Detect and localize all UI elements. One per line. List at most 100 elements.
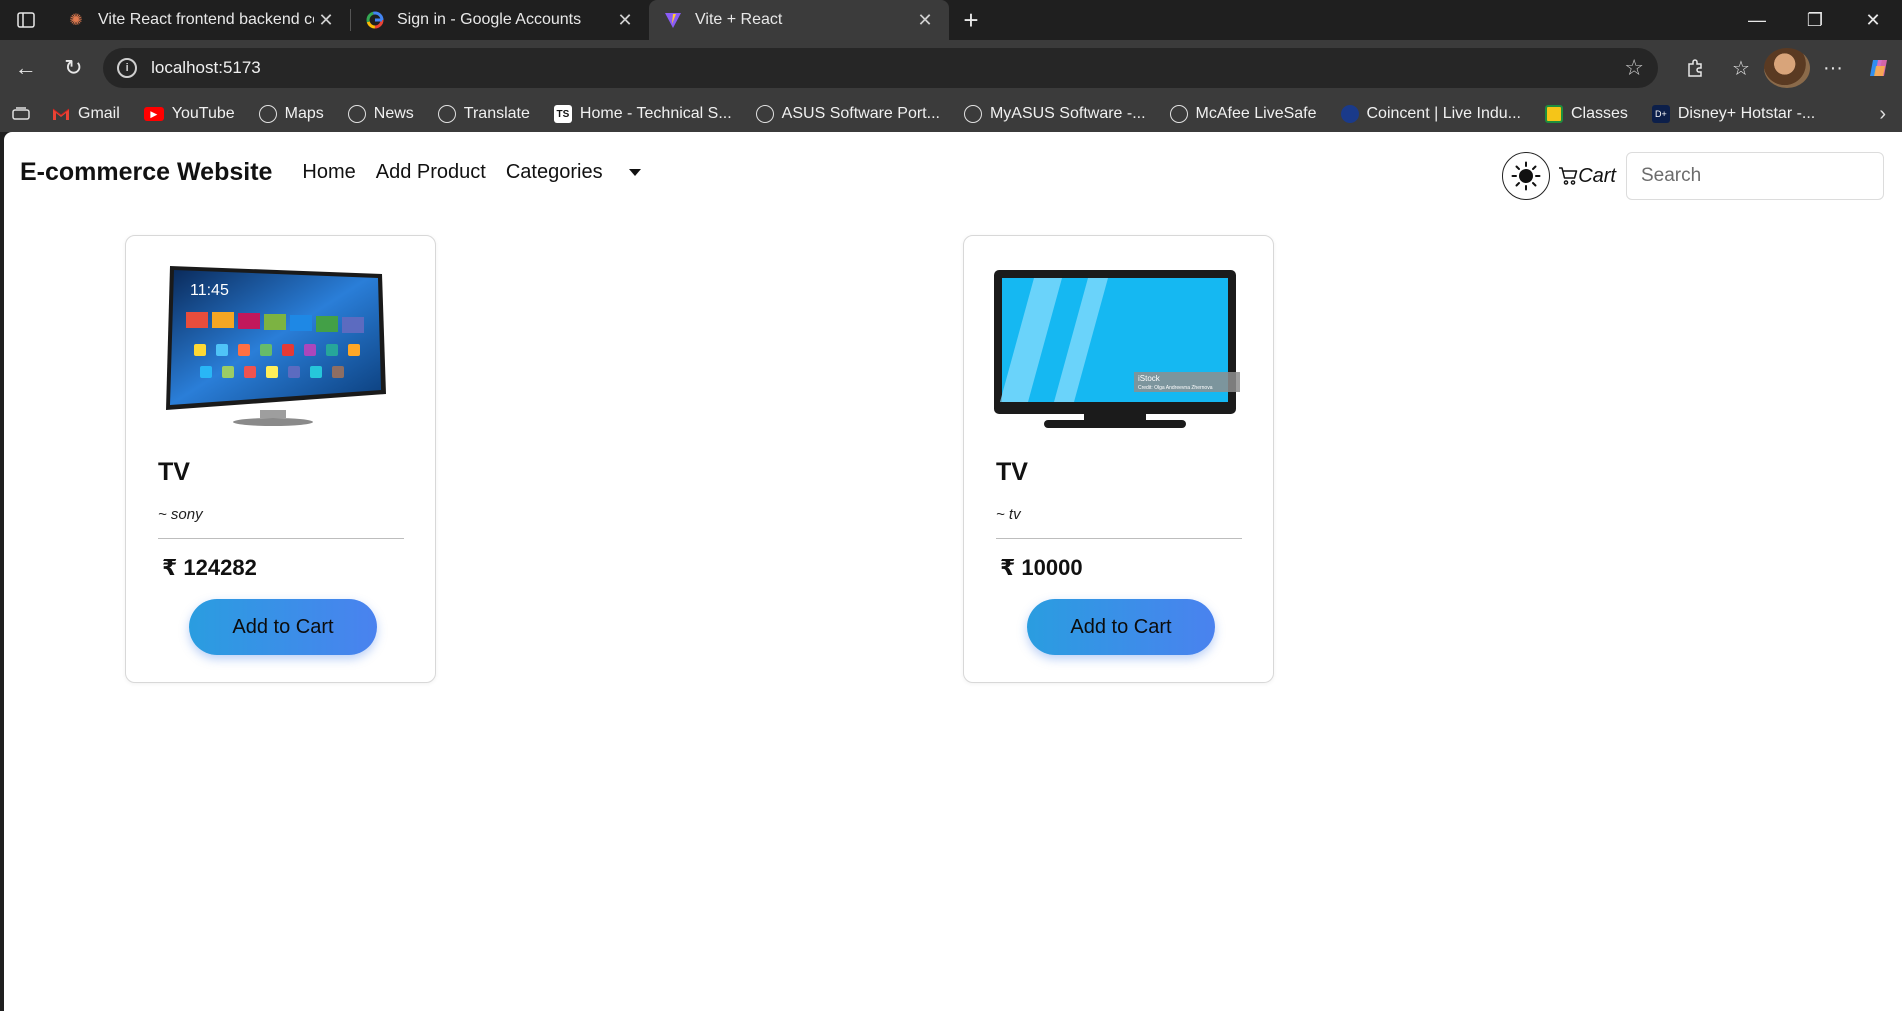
categories-label: Categories: [505, 160, 603, 183]
bookmark-label: Gmail: [78, 105, 120, 122]
browser-tab-bar: ✺ Vite React frontend backend conn ✕ Sig…: [0, 0, 1902, 40]
product-card: iStock Credit: Olga Andreevna Zhernova T…: [963, 235, 1274, 683]
bookmark-maps[interactable]: Maps: [258, 105, 324, 123]
bookmark-label: Coincent | Live Indu...: [1366, 105, 1521, 122]
tab-title: Sign in - Google Accounts: [397, 11, 582, 28]
caret-down-icon: [628, 168, 641, 176]
bookmark-technical-s[interactable]: TS Home - Technical S...: [553, 105, 732, 123]
bookmark-label: Disney+ Hotstar -...: [1677, 105, 1816, 122]
bookmarks-bar: Gmail ▶ YouTube Maps News Translate TS H…: [0, 96, 1902, 132]
site-navbar: E-commerce Website Home Add Product Cate…: [4, 132, 1902, 212]
sun-icon: [1511, 161, 1541, 191]
tab-title: Vite React frontend backend conn: [98, 11, 314, 28]
close-tab-icon[interactable]: ✕: [314, 10, 338, 31]
restore-icon[interactable]: ❐: [1786, 0, 1844, 40]
new-tab-button[interactable]: +: [949, 0, 993, 40]
copilot-icon[interactable]: [1856, 48, 1902, 88]
close-tab-icon[interactable]: ✕: [913, 10, 937, 31]
divider: [996, 538, 1242, 539]
bookmark-gmail[interactable]: Gmail: [52, 105, 120, 123]
cart-link[interactable]: Cart: [1558, 165, 1616, 188]
extensions-icon[interactable]: [1672, 48, 1718, 88]
product-price: ₹ 10000: [1000, 555, 1083, 580]
add-to-cart-button[interactable]: Add to Cart: [1027, 599, 1215, 655]
watermark-credit: Credit: Olga Andreevna Zhernova: [1138, 385, 1213, 391]
close-tab-icon[interactable]: ✕: [613, 10, 637, 31]
nav-links: Home Add Product Categories: [302, 161, 680, 184]
site-brand[interactable]: E-commerce Website: [20, 158, 272, 187]
bookmark-label: News: [373, 105, 414, 122]
bookmark-translate[interactable]: Translate: [437, 105, 530, 123]
bookmark-youtube[interactable]: ▶ YouTube: [143, 105, 235, 123]
search-input[interactable]: [1626, 152, 1884, 200]
more-options-icon[interactable]: ···: [1810, 48, 1856, 88]
chevron-right-icon[interactable]: ›: [1879, 103, 1886, 126]
nav-link-add-product[interactable]: Add Product: [376, 161, 486, 184]
theme-toggle-button[interactable]: [1502, 152, 1551, 200]
window-controls: — ❐ ✕: [1728, 0, 1902, 40]
bookmark-asus-software-portal[interactable]: ASUS Software Port...: [755, 105, 940, 123]
browser-toolbar: ← ↻ i localhost:5173 ☆ ☆ ···: [0, 40, 1902, 96]
address-bar[interactable]: i localhost:5173 ☆: [103, 48, 1658, 88]
add-to-cart-button[interactable]: Add to Cart: [189, 599, 377, 655]
bookmark-label: Home - Technical S...: [579, 105, 732, 122]
globe-icon: [1169, 105, 1188, 123]
categories-dropdown[interactable]: Categories: [506, 161, 661, 184]
profile-avatar[interactable]: [1763, 48, 1810, 88]
product-price: ₹ 124282: [162, 555, 257, 580]
bookmark-label: ASUS Software Port...: [781, 105, 940, 122]
bookmark-label: Classes: [1570, 105, 1628, 122]
bookmark-classes[interactable]: Classes: [1544, 105, 1628, 123]
collections-icon[interactable]: [12, 107, 30, 121]
refresh-icon[interactable]: ↻: [52, 46, 96, 90]
product-name: TV: [158, 458, 190, 486]
claude-icon: ✺: [69, 12, 83, 29]
navbar-right: Cart: [1502, 152, 1884, 200]
coincent-icon: [1340, 105, 1359, 123]
cart-icon: [1559, 167, 1578, 185]
bookmark-myasus-software[interactable]: MyASUS Software -...: [963, 105, 1146, 123]
bookmark-disney-hotstar[interactable]: D+ Disney+ Hotstar -...: [1651, 105, 1816, 123]
vite-icon: [663, 10, 683, 30]
globe-icon: [963, 105, 982, 123]
product-brand: ~ sony: [158, 506, 203, 523]
bookmark-label: YouTube: [171, 105, 235, 122]
bookmark-label: MyASUS Software -...: [989, 105, 1146, 122]
url-text: localhost:5173: [151, 58, 261, 77]
tab-title: Vite + React: [695, 11, 783, 28]
bookmark-news[interactable]: News: [347, 105, 414, 123]
minimize-icon[interactable]: —: [1728, 0, 1786, 40]
browser-tab-vite-react-active[interactable]: Vite + React ✕: [649, 0, 949, 40]
globe-icon: [258, 105, 277, 123]
browser-tab-google-sign-in[interactable]: Sign in - Google Accounts ✕: [351, 0, 649, 40]
product-card: 11:45 TV ~ sony ₹ 124282 Add to Cart: [125, 235, 436, 683]
favorite-star-icon[interactable]: ☆: [1624, 55, 1644, 81]
product-image-tv-illustration: iStock Credit: Olga Andreevna Zhernova: [994, 270, 1240, 428]
nav-link-home[interactable]: Home: [302, 161, 355, 184]
globe-icon: [755, 105, 774, 123]
bookmark-label: McAfee LiveSafe: [1195, 105, 1317, 122]
hotstar-icon: D+: [1651, 105, 1670, 123]
product-image-smart-tv: 11:45: [166, 266, 386, 426]
classroom-icon: [1544, 105, 1563, 123]
watermark-brand: iStock: [1138, 374, 1161, 383]
back-arrow-icon[interactable]: ←: [4, 46, 48, 90]
bookmark-label: Translate: [463, 105, 530, 122]
bookmark-mcafee-livesafe[interactable]: McAfee LiveSafe: [1169, 105, 1317, 123]
product-brand: ~ tv: [996, 506, 1021, 523]
globe-icon: [347, 105, 366, 123]
ts-icon: TS: [553, 105, 572, 123]
tv-clock-text: 11:45: [190, 282, 229, 299]
google-icon: [365, 10, 385, 30]
browser-tab-vite-react-frontend[interactable]: ✺ Vite React frontend backend conn ✕: [52, 0, 350, 40]
product-name: TV: [996, 458, 1028, 486]
cart-label: Cart: [1578, 164, 1616, 187]
favorites-icon[interactable]: ☆: [1718, 48, 1764, 88]
tab-actions-icon[interactable]: [0, 0, 52, 40]
divider: [158, 538, 404, 539]
gmail-icon: [52, 105, 70, 123]
globe-icon: [437, 105, 456, 123]
close-window-icon[interactable]: ✕: [1844, 0, 1902, 40]
bookmark-coincent[interactable]: Coincent | Live Indu...: [1340, 105, 1521, 123]
site-info-icon[interactable]: i: [117, 58, 138, 78]
